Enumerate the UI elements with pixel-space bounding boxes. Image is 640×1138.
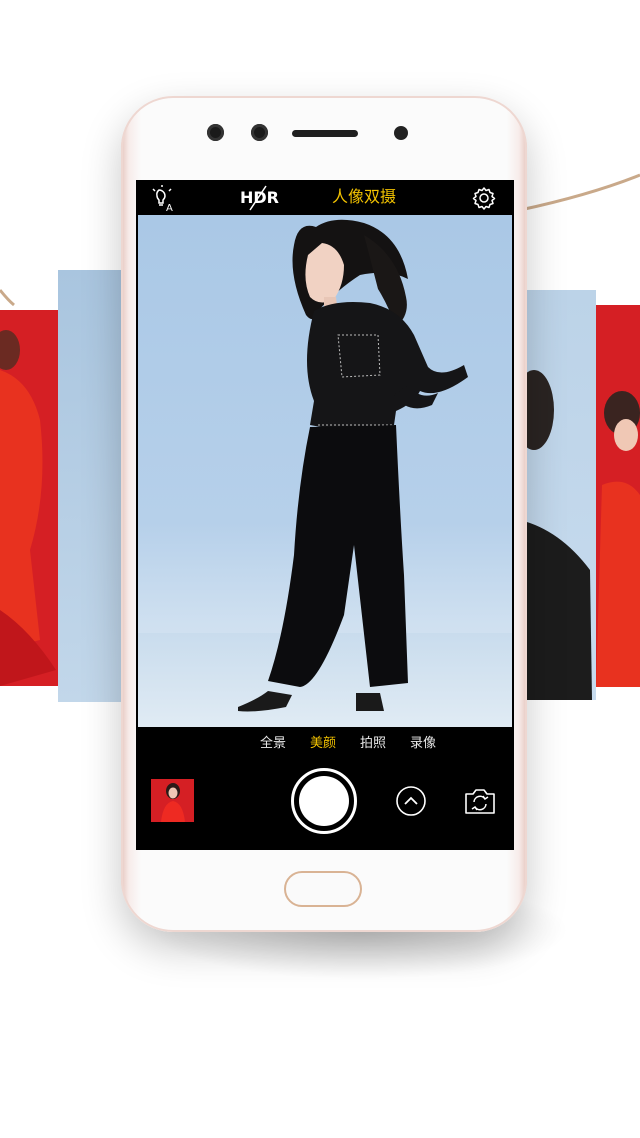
subject-figure <box>238 219 468 712</box>
chevron-up-icon[interactable] <box>395 785 427 817</box>
svg-text:A: A <box>166 203 173 212</box>
gallery-thumbnail[interactable] <box>151 779 194 822</box>
earpiece-speaker <box>292 130 358 137</box>
gear-icon[interactable] <box>470 184 498 212</box>
mode-video[interactable]: 录像 <box>410 736 436 752</box>
mode-photo[interactable]: 拍照 <box>360 736 386 752</box>
flash-auto-icon[interactable]: A <box>148 184 176 214</box>
mode-beauty[interactable]: 美颜 <box>310 736 336 752</box>
switch-camera-icon[interactable] <box>463 785 497 817</box>
camera-bottom-bar: 全景 美颜 拍照 录像 <box>136 727 514 850</box>
front-camera-left <box>207 124 224 141</box>
background-photo-red-right <box>596 305 640 687</box>
background-photo-blue-left <box>58 270 128 702</box>
shutter-inner <box>299 776 349 826</box>
camera-viewfinder[interactable] <box>138 215 512 727</box>
background-photo-red-left <box>0 310 58 686</box>
camera-top-bar: A HDR 人像双摄 <box>136 180 514 215</box>
front-camera-right <box>251 124 268 141</box>
mode-panorama[interactable]: 全景 <box>260 736 286 752</box>
home-button[interactable] <box>284 871 362 907</box>
proximity-sensor <box>394 126 408 140</box>
background-photo-blue-right <box>520 290 596 700</box>
camera-screen: A HDR 人像双摄 全景 美颜 拍照 录像 <box>136 180 514 850</box>
shutter-button[interactable] <box>291 768 357 834</box>
hdr-off-slash-icon <box>249 185 267 211</box>
camera-mode-title: 人像双摄 <box>332 187 397 206</box>
